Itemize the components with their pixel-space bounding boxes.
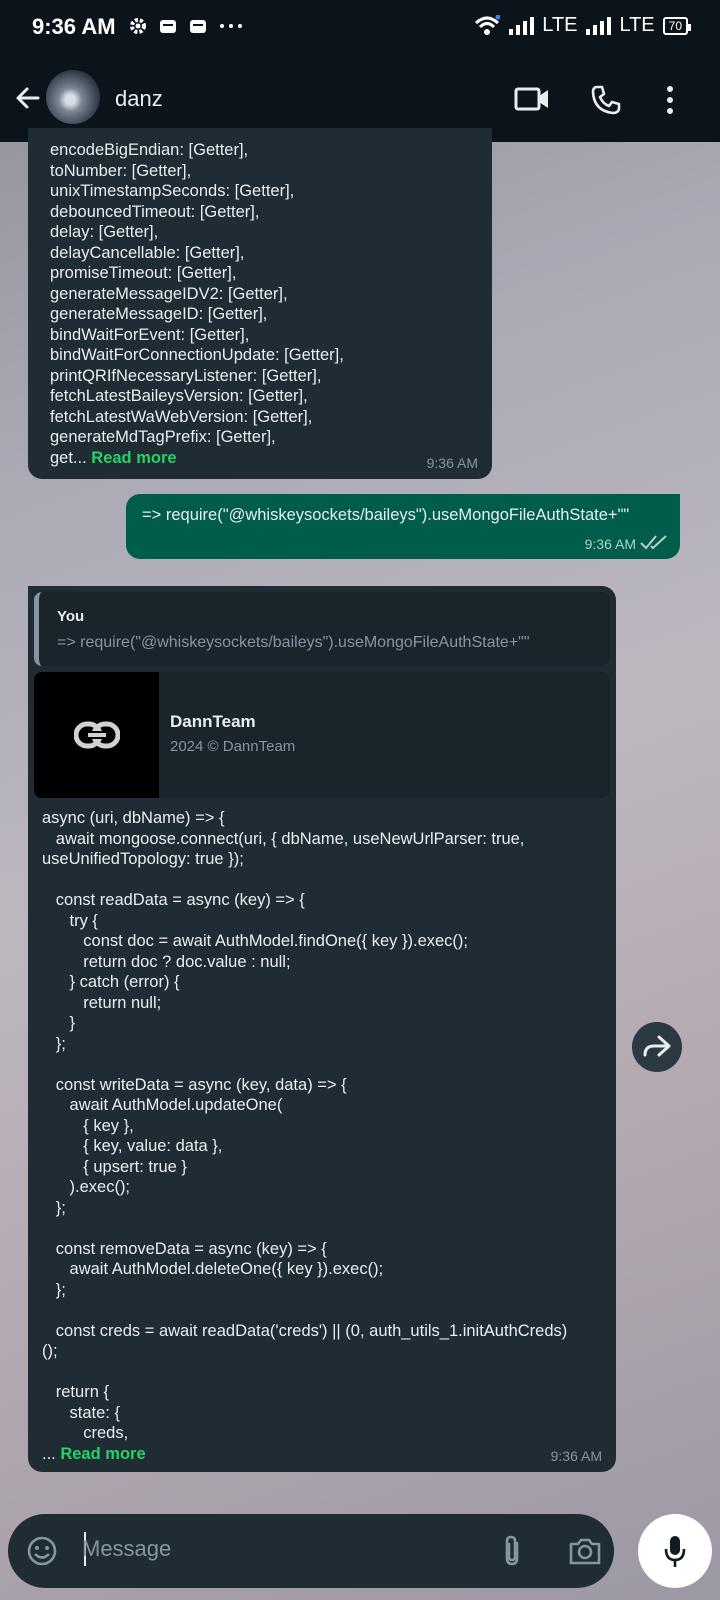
incoming-message-2[interactable]: You => require("@whiskeysockets/baileys"… — [28, 586, 616, 1472]
paperclip-icon[interactable] — [500, 1534, 524, 1568]
notification-app-icon — [160, 20, 176, 33]
message-time: 9:36 AM — [584, 536, 636, 552]
signal-icon — [509, 16, 535, 35]
outgoing-message[interactable]: => require("@whiskeysockets/baileys").us… — [126, 494, 680, 559]
message-text: encodeBigEndian: [Getter], toNumber: [Ge… — [50, 141, 344, 446]
wifi-icon — [475, 14, 501, 35]
status-time: 9:36 AM — [32, 14, 116, 39]
link-description: 2024 © DannTeam — [170, 738, 296, 755]
network-label-2: LTE — [619, 14, 655, 36]
quoted-message[interactable]: You => require("@whiskeysockets/baileys"… — [34, 592, 610, 666]
message-input[interactable]: Message — [82, 1536, 171, 1562]
contact-name[interactable]: danz — [115, 86, 163, 112]
video-call-icon[interactable] — [514, 84, 550, 114]
message-text: => require("@whiskeysockets/baileys").us… — [142, 506, 630, 524]
double-check-icon — [640, 535, 667, 550]
status-right: LTE LTE 70 — [474, 14, 692, 37]
status-bar: 9:36 AM LTE LTE 70 — [0, 0, 720, 58]
message-tail: ... Read more — [42, 1444, 608, 1465]
phone-icon[interactable] — [590, 84, 622, 116]
link-preview[interactable]: DannTeam 2024 © DannTeam — [34, 672, 610, 798]
forward-button[interactable] — [632, 1022, 682, 1072]
more-vert-icon[interactable] — [662, 84, 678, 116]
incoming-message-1[interactable]: encodeBigEndian: [Getter], toNumber: [Ge… — [28, 128, 492, 479]
status-left-icons — [128, 16, 244, 36]
message-input-bar: Message — [8, 1514, 614, 1588]
arrow-left-icon[interactable] — [14, 84, 42, 112]
signal-icon-2 — [586, 16, 612, 35]
more-notifications-icon — [220, 24, 242, 28]
network-label-1: LTE — [542, 14, 578, 36]
quote-text: => require("@whiskeysockets/baileys").us… — [57, 634, 530, 651]
message-tail-text: ... — [42, 1444, 61, 1463]
link-thumbnail — [34, 672, 159, 798]
message-tail-text: get... — [50, 448, 92, 467]
link-icon — [74, 721, 120, 749]
message-body: async (uri, dbName) => { await mongoose.… — [42, 808, 608, 1464]
link-title: DannTeam — [170, 712, 256, 731]
avatar[interactable] — [46, 70, 100, 124]
forward-icon — [643, 1035, 671, 1057]
settings-gear-icon — [130, 18, 146, 34]
read-more-link[interactable]: Read more — [91, 449, 176, 467]
mic-button[interactable] — [638, 1514, 712, 1588]
notification-app-icon-2 — [190, 20, 206, 33]
read-more-link[interactable]: Read more — [60, 1445, 145, 1463]
message-body: encodeBigEndian: [Getter], toNumber: [Ge… — [50, 140, 480, 468]
quote-author: You — [57, 608, 85, 625]
camera-icon[interactable] — [568, 1536, 602, 1566]
battery-icon: 70 — [662, 16, 692, 35]
emoji-icon[interactable] — [26, 1535, 58, 1567]
message-time: 9:36 AM — [550, 1448, 602, 1464]
mic-icon — [664, 1536, 686, 1567]
message-tail: get... Read more — [50, 448, 480, 469]
message-text: async (uri, dbName) => { await mongoose.… — [42, 809, 568, 1442]
message-time: 9:36 AM — [426, 455, 478, 471]
